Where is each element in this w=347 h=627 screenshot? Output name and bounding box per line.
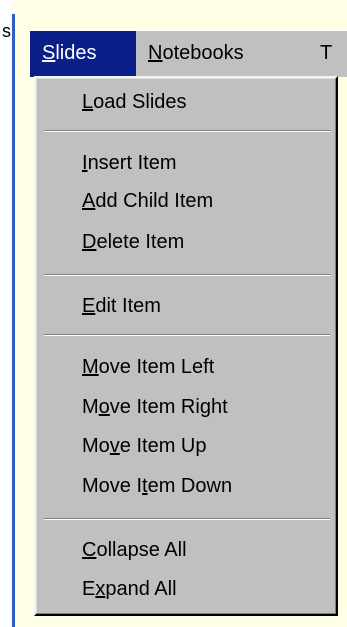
menu-separator: [44, 334, 330, 336]
mnemonic-letter: v: [109, 435, 120, 457]
menu-item-move-item-up[interactable]: Move Item Up: [82, 432, 207, 460]
label-rest: dit Item: [95, 295, 161, 317]
menu-item-move-item-down[interactable]: Move Item Down: [82, 472, 232, 500]
label-rest: ove Item Left: [98, 356, 215, 378]
mnemonic-letter: M: [82, 356, 99, 378]
menu-item-collapse-all[interactable]: Collapse All: [82, 536, 187, 564]
menu-item-edit-item[interactable]: Edit Item: [82, 292, 161, 320]
label-rest: oad Slides: [93, 91, 187, 113]
menu-item-expand-all[interactable]: Expand All: [82, 575, 177, 603]
menu-separator: [44, 130, 330, 132]
left-background-strip: [0, 0, 12, 627]
mnemonic-letter: A: [82, 190, 96, 212]
label-rest: em Down: [147, 475, 233, 497]
label-prefix: M: [82, 396, 99, 418]
clipped-text: s: [2, 21, 11, 41]
label-prefix: E: [82, 578, 96, 600]
mnemonic-letter: x: [95, 578, 106, 600]
mnemonic-letter: o: [98, 396, 110, 418]
menu-item-move-item-left[interactable]: Move Item Left: [82, 353, 214, 381]
menu-separator: [44, 274, 330, 276]
menu-item-insert-item[interactable]: Insert Item: [82, 149, 176, 177]
label-rest: ollapse All: [96, 539, 187, 561]
label-rest: pand All: [105, 578, 177, 600]
menu-item-move-item-right[interactable]: Move Item Right: [82, 393, 228, 421]
menu-notebooks-rest: otebooks: [162, 42, 244, 64]
slides-dropdown-menu: Load Slides Insert Item Add Child Item D…: [34, 76, 338, 616]
mnemonic-letter: C: [82, 539, 97, 561]
menu-notebooks-mnemonic: N: [148, 42, 163, 64]
label-rest: ve Item Right: [109, 396, 228, 418]
label-rest: nsert Item: [87, 152, 177, 174]
mnemonic-letter: D: [82, 231, 97, 253]
menu-t[interactable]: T: [306, 31, 347, 77]
label-prefix: Mo: [82, 435, 110, 457]
label-rest: e Item Up: [119, 435, 207, 457]
menu-notebooks[interactable]: Notebooks: [136, 31, 306, 77]
menu-slides-rest: lides: [55, 42, 97, 64]
label-rest: elete Item: [96, 231, 185, 253]
app-background: [12, 0, 347, 14]
menu-item-delete-item[interactable]: Delete Item: [82, 228, 184, 256]
menu-slides[interactable]: Slides: [30, 31, 136, 77]
menu-separator: [44, 518, 330, 520]
menu-slides-mnemonic: S: [42, 42, 56, 64]
label-prefix: Move I: [82, 475, 143, 497]
mnemonic-letter: E: [82, 295, 96, 317]
menu-bar: Slides Notebooks T: [30, 30, 347, 77]
label-rest: dd Child Item: [95, 190, 214, 212]
menu-item-load-slides[interactable]: Load Slides: [82, 88, 187, 116]
menu-item-add-child-item[interactable]: Add Child Item: [82, 187, 213, 215]
window-border: [12, 0, 15, 627]
mnemonic-letter: L: [82, 91, 94, 113]
